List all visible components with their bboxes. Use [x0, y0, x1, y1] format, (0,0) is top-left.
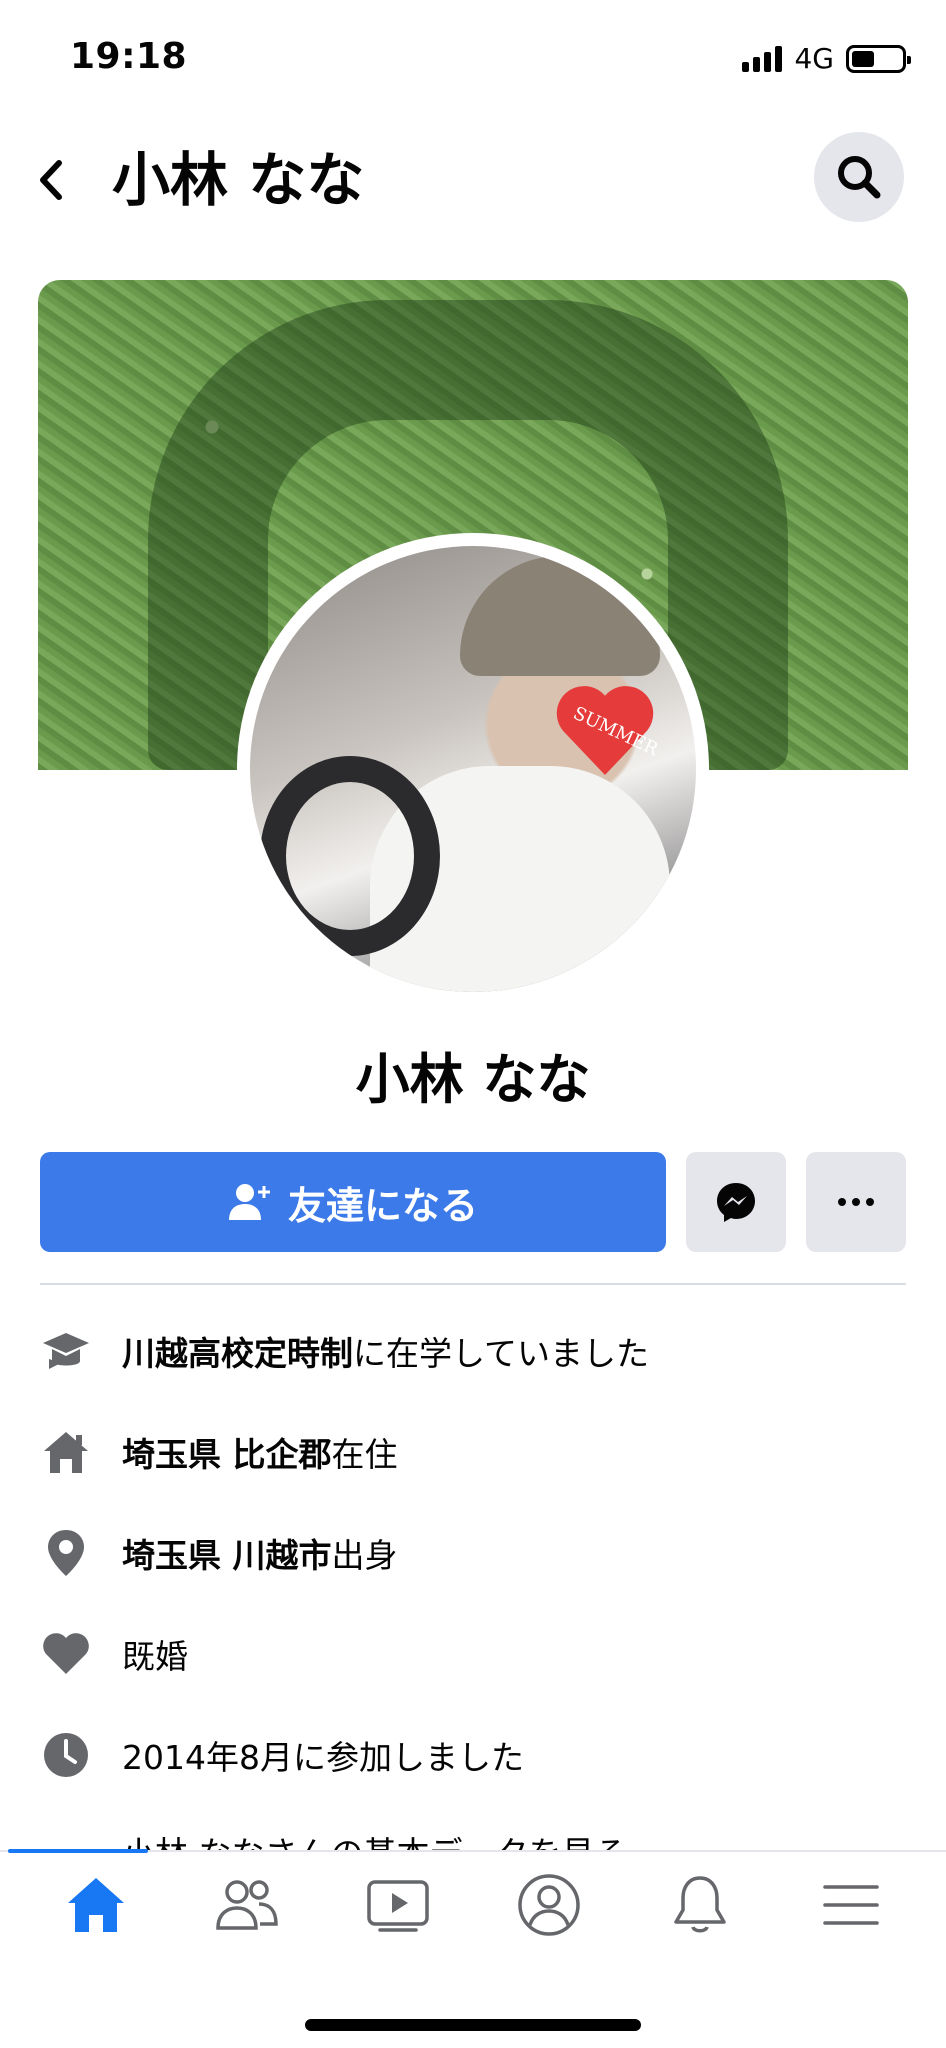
home-indicator [305, 2019, 641, 2031]
clock-icon [40, 1729, 92, 1781]
graduation-cap-icon [40, 1325, 92, 1377]
detail-from: 埼玉県 川越市出身 [40, 1502, 906, 1603]
page-title: 小林 なな [112, 146, 365, 214]
messenger-icon [717, 1183, 755, 1222]
back-button[interactable] [20, 142, 80, 218]
tab-friends[interactable] [187, 1870, 307, 1940]
steering-wheel [260, 756, 440, 956]
menu-icon [822, 1885, 879, 1925]
detail-relationship: 既婚 [40, 1603, 906, 1704]
messenger-button[interactable] [686, 1152, 786, 1252]
profile-picture[interactable]: SUMMER [237, 533, 709, 1005]
watch-icon [366, 1880, 429, 1932]
hometown-suffix: 出身 [331, 1535, 398, 1575]
search-button[interactable] [814, 132, 904, 222]
education-suffix: に在学していました [353, 1333, 650, 1373]
status-bar: 19:18 4G [0, 0, 946, 120]
notifications-icon [673, 1876, 726, 1933]
heart-icon [40, 1628, 92, 1680]
lives-in-location[interactable]: 埼玉県 比企郡 [122, 1435, 332, 1474]
add-friend-label: 友達になる [287, 1183, 478, 1228]
relationship-status: 既婚 [122, 1636, 188, 1676]
detail-joined: 2014年8月に参加しました [40, 1704, 906, 1805]
lives-in-suffix: 在住 [331, 1434, 398, 1474]
profile-details: 川越高校定時制に在学していました 埼玉県 比企郡在住 埼玉県 川越市出身 既婚 [40, 1300, 906, 1865]
tabs [0, 1852, 946, 1940]
add-friend-button[interactable]: 友達になる [40, 1152, 666, 1252]
tab-home[interactable] [36, 1870, 156, 1940]
divider [40, 1283, 906, 1285]
profile-icon [517, 1874, 580, 1936]
search-icon [838, 156, 881, 199]
tab-notifications[interactable] [640, 1870, 760, 1940]
joined-date: 2014年8月に参加しました [122, 1737, 524, 1777]
detail-education: 川越高校定時制に在学していました [40, 1300, 906, 1401]
home-icon [67, 1878, 124, 1932]
status-time: 19:18 [70, 36, 188, 77]
battery-icon [846, 44, 911, 73]
profile-actions: 友達になる [40, 1152, 906, 1252]
add-person-icon [228, 1184, 270, 1220]
education-school[interactable]: 川越高校定時制 [122, 1334, 353, 1373]
status-indicators: 4G [742, 42, 911, 75]
more-button[interactable] [806, 1152, 906, 1252]
tab-profile[interactable] [489, 1870, 609, 1940]
detail-lives-in: 埼玉県 比企郡在住 [40, 1401, 906, 1502]
friends-icon [215, 1880, 278, 1930]
network-type: 4G [794, 42, 834, 75]
location-pin-icon [40, 1527, 92, 1579]
bottom-tab-bar [0, 1849, 946, 2048]
profile-header: 小林 なな [0, 130, 946, 230]
profile-name: 小林 なな [355, 1048, 591, 1111]
chevron-left-icon [40, 160, 62, 200]
hometown-location[interactable]: 埼玉県 川越市 [122, 1536, 332, 1575]
active-tab-indicator [8, 1849, 148, 1853]
avatar: SUMMER [250, 546, 696, 992]
more-horizontal-icon [838, 1198, 874, 1206]
tab-watch[interactable] [338, 1870, 458, 1940]
home-icon [40, 1426, 92, 1478]
signal-strength-icon [742, 45, 783, 72]
tab-menu[interactable] [791, 1870, 911, 1940]
